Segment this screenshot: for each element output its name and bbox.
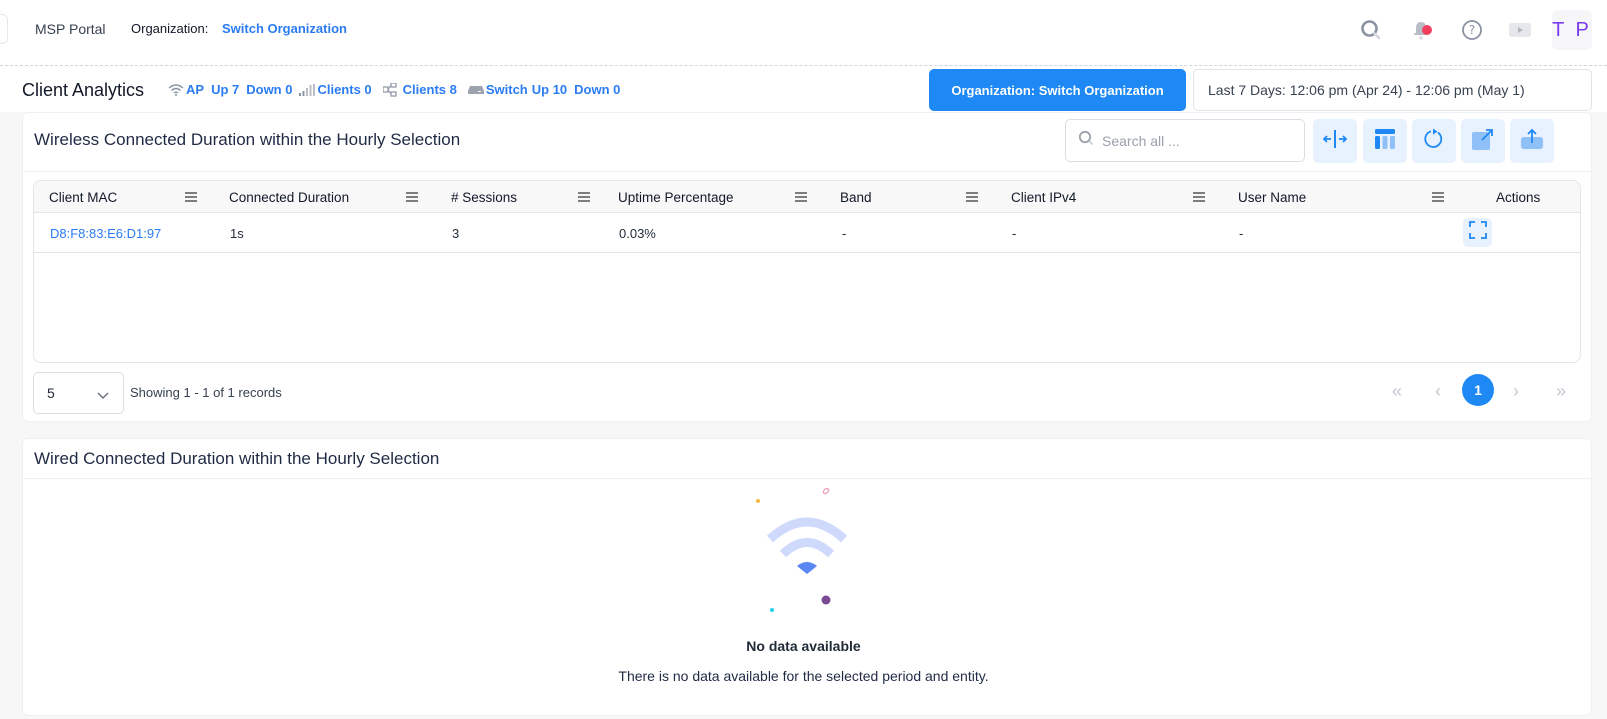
column-header-client-ipv4[interactable]: Client IPv4	[1011, 181, 1076, 213]
client-mac-link[interactable]: D8:F8:83:E6:D1:97	[50, 213, 161, 253]
empty-state-description: There is no data available for the selec…	[618, 668, 989, 684]
page-size-value: 5	[47, 385, 55, 401]
network-topology-icon	[382, 82, 397, 97]
search-icon	[1078, 130, 1094, 151]
expand-icon	[1468, 220, 1488, 245]
switch-up-count[interactable]: Up 10	[532, 82, 567, 97]
user-name-cell: -	[1239, 225, 1244, 241]
wired-clients-count[interactable]: Clients 8	[403, 82, 457, 97]
column-header-connected-duration[interactable]: Connected Duration	[229, 181, 349, 213]
decor-ring	[822, 487, 830, 495]
next-page-button[interactable]: ›	[1500, 375, 1532, 407]
open-external-icon	[1471, 127, 1495, 156]
column-layout-button[interactable]	[1363, 119, 1407, 163]
column-header-band[interactable]: Band	[840, 181, 872, 213]
no-data-illustration	[740, 478, 870, 613]
column-header-user-name[interactable]: User Name	[1238, 181, 1306, 213]
band-cell: -	[842, 225, 847, 241]
column-menu-icon[interactable]	[1431, 181, 1445, 213]
wireless-clients-table: Client MAC Connected Duration # Sessions…	[33, 180, 1581, 363]
column-layout-icon	[1374, 128, 1396, 155]
uptime-percentage-cell: 0.03%	[619, 225, 656, 241]
chevron-down-icon	[97, 387, 109, 403]
switch-device-icon	[467, 85, 484, 95]
decor-dot	[770, 608, 774, 612]
signal-bars-icon	[299, 83, 316, 96]
ap-label[interactable]: AP	[186, 82, 204, 97]
ap-down-count[interactable]: Down 0	[246, 82, 292, 97]
user-avatar[interactable]: T P	[1552, 10, 1592, 50]
refresh-button[interactable]	[1412, 119, 1456, 163]
sidebar-toggle[interactable]	[0, 14, 8, 44]
page-title: Client Analytics	[22, 80, 145, 100]
top-navigation-bar: MSP Portal Organization: Switch Organiza…	[0, 0, 1607, 66]
decor-dot	[821, 595, 831, 605]
export-icon	[1520, 128, 1544, 155]
column-menu-icon[interactable]	[184, 181, 198, 213]
table-header: Client MAC Connected Duration # Sessions…	[34, 181, 1580, 213]
decor-dot	[756, 499, 760, 503]
page-button-current[interactable]: 1	[1462, 374, 1494, 406]
organization-label: Organization:	[131, 21, 209, 36]
search-field[interactable]	[1065, 119, 1305, 162]
column-header-client-mac[interactable]: Client MAC	[49, 181, 117, 213]
resize-columns-icon	[1322, 129, 1348, 154]
organization-button[interactable]: Organization: Switch Organization	[929, 69, 1186, 111]
records-summary: Showing 1 - 1 of 1 records	[130, 385, 282, 400]
column-header-uptime-percentage[interactable]: Uptime Percentage	[618, 181, 734, 213]
brand-name: MSP Portal	[35, 21, 106, 37]
export-button[interactable]	[1510, 119, 1554, 163]
svg-text:?: ?	[1469, 23, 1475, 37]
page-size-select[interactable]: 5	[33, 372, 124, 414]
wireless-clients-count[interactable]: Clients 0	[317, 82, 371, 97]
video-play-icon[interactable]	[1508, 18, 1532, 42]
column-menu-icon[interactable]	[794, 181, 808, 213]
date-range-picker[interactable]: Last 7 Days: 12:06 pm (Apr 24) - 12:06 p…	[1193, 69, 1592, 111]
column-header-actions: Actions	[1496, 189, 1541, 205]
first-page-button[interactable]: «	[1381, 375, 1413, 407]
wired-card-title: Wired Connected Duration within the Hour…	[34, 449, 440, 468]
previous-page-button[interactable]: ‹	[1422, 375, 1454, 407]
column-menu-icon[interactable]	[1192, 181, 1206, 213]
search-icon[interactable]	[1359, 18, 1383, 42]
empty-state-title: No data available	[746, 638, 861, 654]
sessions-cell: 3	[452, 225, 460, 241]
notification-bell-icon[interactable]	[1410, 18, 1434, 42]
connected-duration-cell: 1s	[230, 225, 244, 241]
search-input[interactable]	[1102, 132, 1282, 149]
switch-label[interactable]: Switch	[486, 82, 528, 97]
last-page-button[interactable]: »	[1545, 375, 1577, 407]
ap-up-count[interactable]: Up 7	[211, 82, 239, 97]
wifi-icon	[168, 83, 184, 96]
card-divider	[23, 171, 1591, 172]
table-row: D8:F8:83:E6:D1:97 1s 3 0.03% - - -	[34, 213, 1580, 253]
device-stats: AP Up 7 Down 0 Clients 0 Clients 8 Switc…	[168, 82, 627, 97]
switch-down-count[interactable]: Down 0	[574, 82, 620, 97]
open-external-button[interactable]	[1461, 119, 1505, 163]
column-menu-icon[interactable]	[405, 181, 419, 213]
expand-row-button[interactable]	[1463, 218, 1492, 247]
switch-organization-link[interactable]: Switch Organization	[222, 21, 347, 36]
help-icon[interactable]: ?	[1460, 18, 1484, 42]
resize-columns-button[interactable]	[1313, 119, 1357, 163]
column-menu-icon[interactable]	[577, 181, 591, 213]
client-ipv4-cell: -	[1012, 225, 1017, 241]
wireless-card-title: Wireless Connected Duration within the H…	[34, 130, 461, 149]
refresh-icon	[1423, 128, 1445, 155]
column-header-sessions[interactable]: # Sessions	[451, 181, 517, 213]
column-menu-icon[interactable]	[965, 181, 979, 213]
